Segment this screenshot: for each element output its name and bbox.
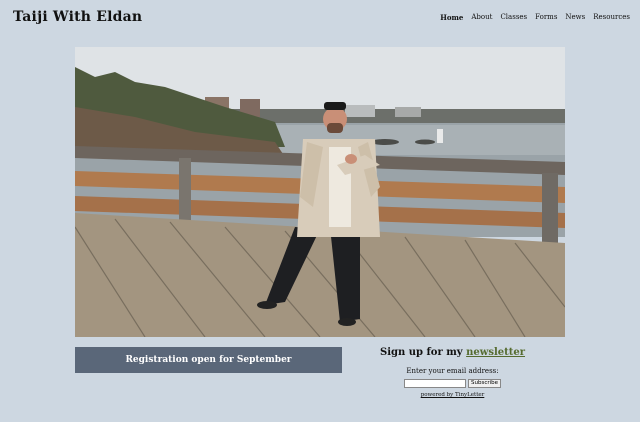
newsletter-link[interactable]: newsletter <box>466 347 525 358</box>
registration-banner-text: Registration open for September <box>125 355 292 365</box>
registration-banner[interactable]: Registration open for September <box>75 347 342 373</box>
powered-by: powered by TinyLetter <box>380 392 525 398</box>
signup-form-row: Subscribe <box>380 379 525 388</box>
site-title[interactable]: Taiji With Eldan <box>13 9 142 25</box>
nav-about[interactable]: About <box>471 13 492 22</box>
nav-classes[interactable]: Classes <box>500 13 527 22</box>
email-label: Enter your email address: <box>406 367 499 375</box>
main-nav: Home About Classes Forms News Resources <box>440 13 630 22</box>
nav-home[interactable]: Home <box>440 13 463 22</box>
nav-forms[interactable]: Forms <box>535 13 557 22</box>
tinyletter-link[interactable]: powered by TinyLetter <box>421 392 485 398</box>
email-field[interactable] <box>403 379 466 388</box>
nav-resources[interactable]: Resources <box>593 13 630 22</box>
hero-photo-illustration <box>75 47 565 337</box>
newsletter-signup: Sign up for my newsletter Enter your ema… <box>380 347 525 398</box>
subscribe-button[interactable]: Subscribe <box>467 379 502 388</box>
signup-heading-prefix: Sign up for my <box>380 347 463 358</box>
hero-photo <box>75 47 565 337</box>
signup-heading: Sign up for my newsletter <box>380 347 525 358</box>
nav-news[interactable]: News <box>565 13 585 22</box>
